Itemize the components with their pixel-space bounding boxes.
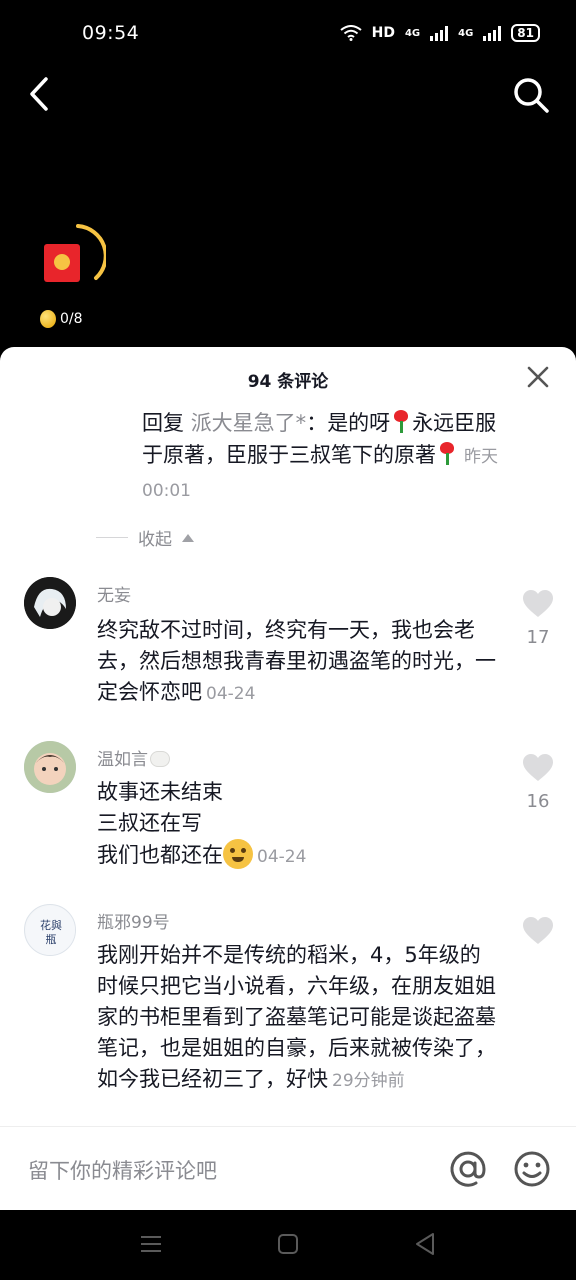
battery-icon: 81 (511, 24, 540, 42)
comment-line: 三叔还在写 (97, 811, 202, 835)
comment-username-text: 温如言 (97, 750, 148, 770)
wifi-icon (339, 25, 362, 41)
like-count: 16 (526, 791, 550, 812)
menu-icon[interactable] (140, 1234, 162, 1254)
caret-up-icon (182, 533, 194, 542)
divider (96, 537, 128, 538)
avatar[interactable] (24, 577, 76, 629)
like-button[interactable]: 16 (518, 753, 558, 812)
avatar-logo-text: 花與 (40, 918, 62, 932)
hd-label: HD (371, 25, 395, 41)
comment-username[interactable]: 无妄 (97, 581, 131, 606)
comment-date: 04-24 (257, 847, 307, 867)
red-envelope-icon (44, 244, 80, 282)
back-triangle-icon[interactable] (414, 1232, 436, 1256)
comment-username[interactable]: 温如言 (97, 745, 170, 770)
reply-comment[interactable]: 回复 派大星急了*：是的呀 永远臣服于原著，臣服于三叔笔下的原著 昨天00:01 (142, 407, 512, 507)
comment-text: 我刚开始并不是传统的稻米，4，5年级的时候只把它当小说看，六年级，在朋友姐姐家的… (97, 940, 497, 1097)
sheep-emoji-icon (150, 751, 170, 767)
comment-sheet: 94 条评论 回复 派大星急了*：是的呀 永远臣服于原著，臣服于三叔笔下的原著 昨天… (0, 347, 576, 1210)
avatar[interactable] (24, 741, 76, 793)
reply-prefix: 回复 (142, 411, 184, 435)
like-count: 17 (526, 627, 550, 648)
comment-input-bar: 留下你的精彩评论吧 (0, 1126, 576, 1210)
signal-1-label: 4G (404, 27, 421, 39)
rose-emoji-icon (392, 410, 410, 434)
status-time: 09:54 (82, 22, 140, 44)
search-icon[interactable] (512, 76, 550, 114)
comment-date: 04-24 (206, 684, 256, 704)
heart-icon (523, 754, 553, 781)
coins-progress-text: 0/8 (60, 311, 83, 327)
gold-egg-icon (40, 310, 56, 328)
signal-2-icon (483, 25, 502, 41)
like-button[interactable]: 17 (518, 589, 558, 648)
avatar-image (24, 577, 76, 629)
avatar-image: 花與 瓶 (26, 906, 75, 955)
like-button[interactable] (518, 916, 558, 950)
comment-date: 29分钟前 (332, 1071, 405, 1091)
comment-line-text: 我们也都还在 (97, 843, 223, 867)
signal-2-label: 4G (458, 27, 474, 39)
status-bar: 09:54 HD 4G 4G 81 (0, 0, 576, 70)
heart-icon (523, 917, 553, 944)
comment-text: 故事还未结束 三叔还在写 我们也都还在 04-24 (97, 777, 497, 873)
comment-line: 故事还未结束 (97, 780, 223, 804)
chevron-left-icon[interactable] (24, 76, 56, 112)
comment-count-title: 94 条评论 (247, 372, 329, 392)
red-packet-widget[interactable] (38, 222, 106, 288)
comment-text: 终究敌不过时间，终究有一天，我也会老去，然后想想我青春里初遇盗笔的时光，一定会怀… (97, 615, 497, 710)
comment-item: 温如言 故事还未结束 三叔还在写 我们也都还在 04-24 16 (0, 739, 576, 879)
rose-emoji-icon (438, 442, 456, 466)
avatar-image (24, 741, 76, 793)
collapse-replies-button[interactable]: 收起 (96, 525, 194, 550)
reply-text-1: 是的呀 (327, 411, 391, 435)
comment-line-3: 我们也都还在 04-24 (97, 839, 497, 873)
status-icons: HD 4G 4G 81 (339, 24, 540, 42)
comment-username[interactable]: 瓶邪99号 (97, 908, 170, 933)
emoji-icon[interactable] (512, 1149, 552, 1189)
pleading-face-emoji-icon (223, 839, 253, 869)
comment-body: 终究敌不过时间，终究有一天，我也会老去，然后想想我青春里初遇盗笔的时光，一定会怀… (97, 618, 496, 704)
reply-target-user[interactable]: 派大星急了* (191, 411, 307, 435)
collapse-label: 收起 (138, 530, 172, 550)
coins-progress: 0/8 (40, 310, 83, 328)
system-nav-bar (0, 1210, 576, 1280)
comment-item: 无妄 终究敌不过时间，终究有一天，我也会老去，然后想想我青春里初遇盗笔的时光，一… (0, 575, 576, 705)
avatar[interactable]: 花與 瓶 (24, 904, 76, 956)
signal-1-icon (430, 25, 449, 41)
at-icon[interactable] (448, 1149, 488, 1189)
home-icon[interactable] (278, 1234, 298, 1254)
heart-icon (523, 590, 553, 617)
comment-body: 我刚开始并不是传统的稻米，4，5年级的时候只把它当小说看，六年级，在朋友姐姐家的… (97, 943, 496, 1091)
reply-sep: ： (306, 411, 328, 435)
comment-item: 花與 瓶 瓶邪99号 我刚开始并不是传统的稻米，4，5年级的时候只把它当小说看，… (0, 902, 576, 1132)
comment-input[interactable]: 留下你的精彩评论吧 (28, 1155, 217, 1185)
close-icon[interactable] (526, 365, 550, 389)
svg-text:瓶: 瓶 (46, 932, 57, 946)
